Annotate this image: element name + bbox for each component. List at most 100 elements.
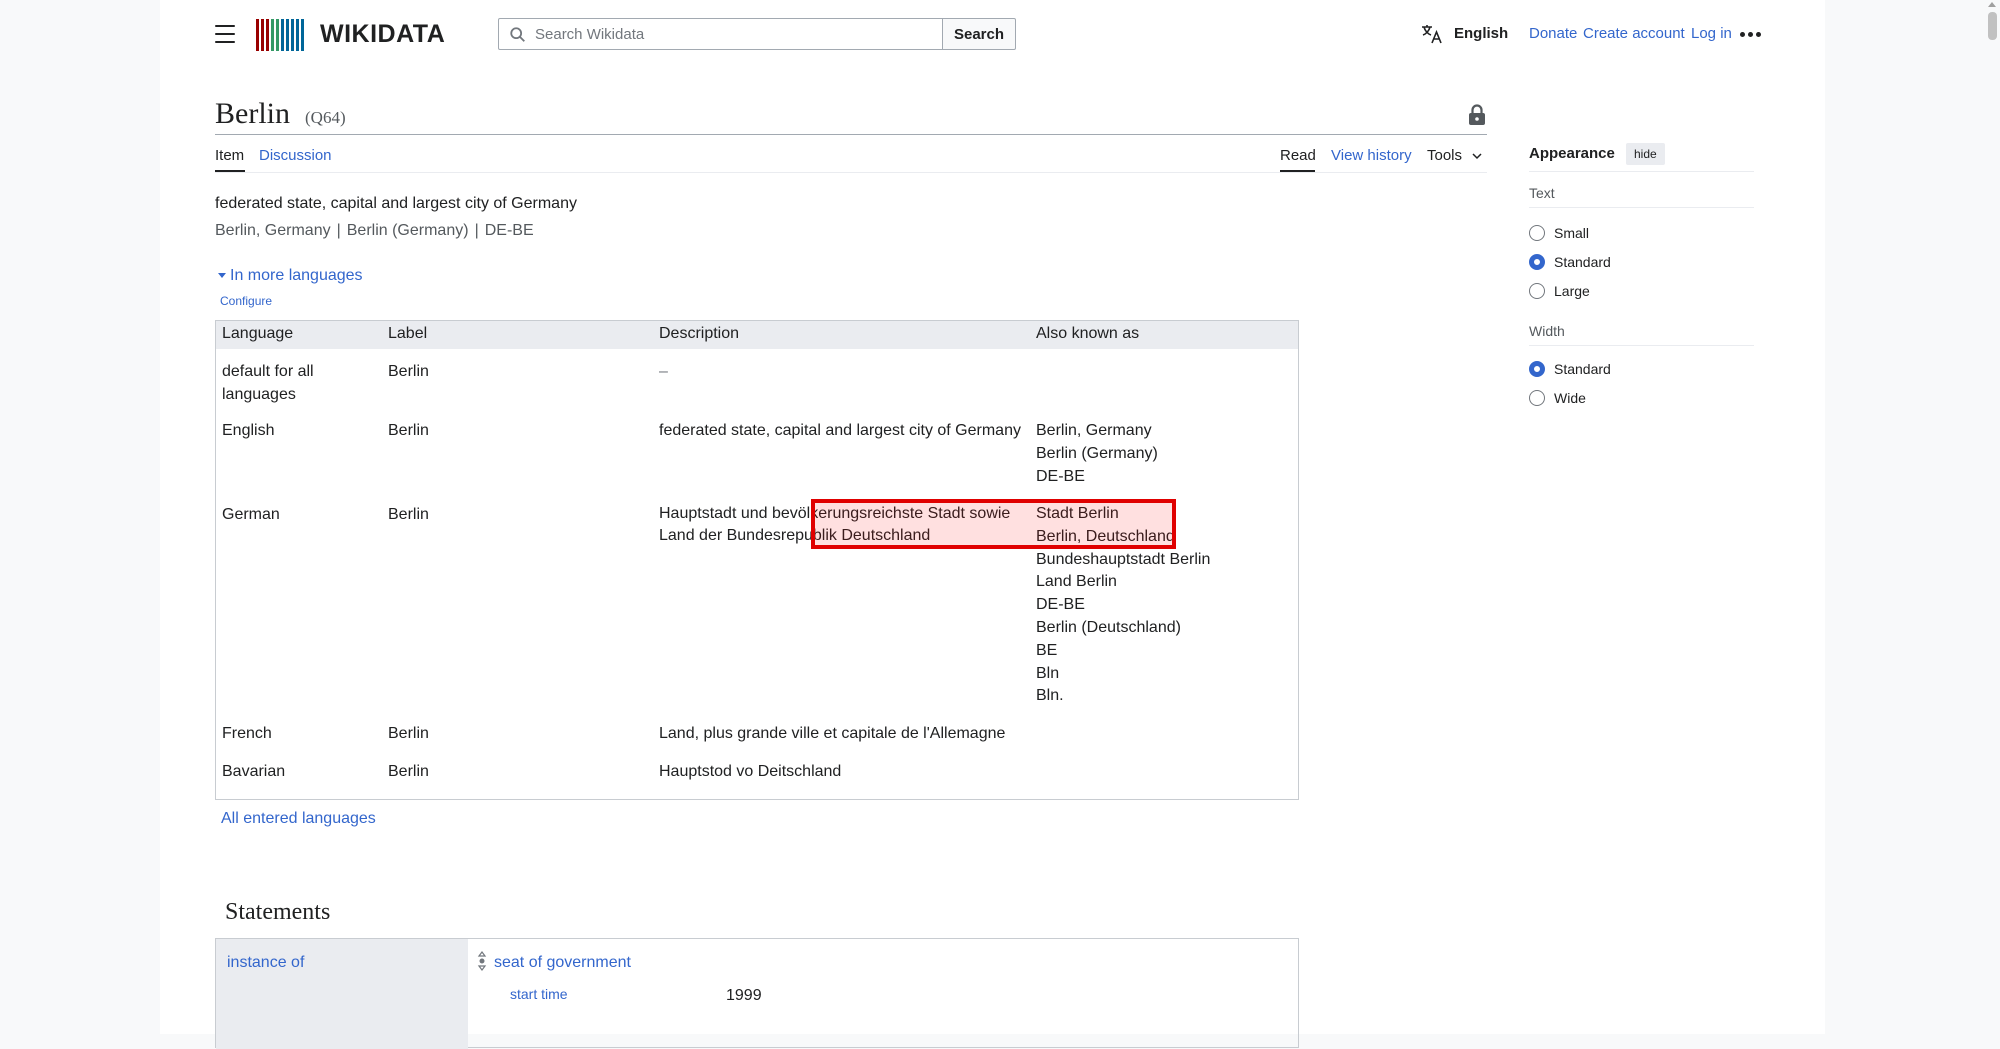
highlight-box xyxy=(811,499,1176,549)
table-cell-language: French xyxy=(222,725,272,742)
alias: Bundeshauptstadt Berlin xyxy=(1036,550,1211,568)
table-cell-description[interactable]: Hauptstod vo Deitschland xyxy=(659,760,841,783)
text-size-standard-radio[interactable]: Standard xyxy=(1529,254,1611,270)
scrollbar-thumb[interactable] xyxy=(1988,12,1997,40)
width-divider xyxy=(1529,345,1754,346)
alias: DE-BE xyxy=(1036,468,1085,485)
alias: DE-BE xyxy=(1036,596,1085,614)
alias: Berlin (Germany) xyxy=(1036,445,1158,462)
configure-link[interactable]: Configure xyxy=(220,294,272,308)
tabs-divider xyxy=(215,172,1487,173)
vertical-scrollbar[interactable] xyxy=(1985,0,2000,1034)
languages-table: Language Label Description Also known as… xyxy=(215,320,1299,800)
table-cell-label[interactable]: Berlin xyxy=(388,760,429,783)
wikidata-wordmark[interactable]: WIKIDATA xyxy=(320,20,445,49)
radio-icon[interactable] xyxy=(1529,283,1545,299)
appearance-title: Appearance xyxy=(1529,145,1615,162)
radio-label: Standard xyxy=(1554,254,1611,270)
column-header: Label xyxy=(388,325,428,342)
lock-icon[interactable] xyxy=(1467,104,1487,126)
statement-group: instance of seat of government start tim… xyxy=(215,938,1299,1049)
triangle-down-icon xyxy=(218,273,226,279)
scroll-up-icon[interactable] xyxy=(1988,2,1996,7)
qualifier-property-link[interactable]: start time xyxy=(510,986,568,1002)
radio-selected-icon[interactable] xyxy=(1529,254,1545,270)
table-cell-language: English xyxy=(222,422,275,439)
alias: Bln xyxy=(1036,664,1060,682)
appearance-divider xyxy=(1529,171,1754,172)
alias: Berlin (Germany) xyxy=(346,222,469,239)
tab-discussion[interactable]: Discussion xyxy=(259,147,332,164)
radio-label: Wide xyxy=(1554,390,1586,406)
hide-appearance-button[interactable]: hide xyxy=(1626,143,1665,165)
alias: Berlin, Germany xyxy=(215,222,331,239)
alias-separator: | xyxy=(336,222,341,239)
tab-view-history[interactable]: View history xyxy=(1331,147,1412,164)
width-wide-radio[interactable]: Wide xyxy=(1529,390,1586,406)
column-header: Language xyxy=(222,325,294,342)
table-cell-description[interactable]: Land, plus grande ville et capitale de l… xyxy=(659,722,1005,745)
radio-label: Small xyxy=(1554,225,1590,241)
radio-label: Standard xyxy=(1554,361,1611,377)
width-standard-radio[interactable]: Standard xyxy=(1529,361,1611,377)
table-cell-description[interactable]: – xyxy=(659,360,668,383)
wikidata-logo-icon[interactable] xyxy=(256,19,304,51)
alias: Berlin (Deutschland) xyxy=(1036,618,1181,636)
alias: Bln. xyxy=(1036,687,1064,705)
item-description[interactable]: federated state, capital and largest cit… xyxy=(215,195,577,213)
log-in-link[interactable]: Log in xyxy=(1691,25,1732,42)
table-cell-language: default for all languages xyxy=(222,363,314,403)
statements-heading: Statements xyxy=(225,899,331,925)
title-divider xyxy=(215,134,1487,135)
statement-value-link[interactable]: seat of government xyxy=(494,954,631,972)
radio-selected-icon[interactable] xyxy=(1529,361,1545,377)
donate-link[interactable]: Donate xyxy=(1529,25,1577,42)
item-aliases[interactable]: Berlin, Germany | Berlin (Germany) | DE-BE xyxy=(215,222,534,240)
column-header: Also known as xyxy=(1036,325,1140,342)
alias: Berlin, Germany xyxy=(1036,422,1152,439)
create-account-link[interactable]: Create account xyxy=(1583,25,1685,42)
search-icon xyxy=(510,27,525,42)
alias: Land Berlin xyxy=(1036,573,1117,591)
text-size-small-radio[interactable]: Small xyxy=(1529,225,1589,241)
table-cell-description[interactable]: federated state, capital and largest cit… xyxy=(659,419,1029,442)
table-cell-language: German xyxy=(222,506,280,523)
main-menu-icon[interactable] xyxy=(215,25,235,43)
table-cell-label[interactable]: Berlin xyxy=(388,360,429,383)
all-entered-languages-link[interactable]: All entered languages xyxy=(221,810,376,828)
table-header-row: Language Label Description Also known as xyxy=(216,321,1298,349)
tab-item[interactable]: Item xyxy=(215,147,244,164)
more-options-icon[interactable] xyxy=(1740,32,1761,37)
alias: BE xyxy=(1036,641,1058,659)
table-cell-label[interactable]: Berlin xyxy=(388,722,429,745)
alias: DE-BE xyxy=(484,222,534,239)
chevron-down-icon[interactable] xyxy=(1472,151,1482,161)
text-size-large-radio[interactable]: Large xyxy=(1529,283,1590,299)
table-cell-label[interactable]: Berlin xyxy=(388,419,429,442)
item-id: (Q64) xyxy=(305,108,346,127)
qualifier-value: 1999 xyxy=(726,987,762,1004)
in-more-languages-toggle[interactable]: In more languages xyxy=(218,267,363,285)
tab-read[interactable]: Read xyxy=(1280,147,1316,164)
search-input[interactable] xyxy=(533,25,937,44)
table-cell-aliases[interactable]: Berlin, Germany Berlin (Germany) DE-BE xyxy=(1036,419,1158,488)
tools-menu[interactable]: Tools xyxy=(1427,147,1462,164)
page-title: Berlin xyxy=(215,97,290,130)
radio-icon[interactable] xyxy=(1529,390,1545,406)
radio-label: Large xyxy=(1554,283,1590,299)
language-icon[interactable] xyxy=(1420,23,1444,45)
rank-selector-icon[interactable] xyxy=(477,950,487,972)
search-field[interactable] xyxy=(498,18,943,50)
search-button[interactable]: Search xyxy=(942,18,1016,50)
statement-property-cell: instance of xyxy=(216,939,468,1049)
text-divider xyxy=(1529,207,1754,208)
page: WIKIDATA Search English Donate Create ac… xyxy=(160,0,1825,1049)
alias-separator: | xyxy=(474,222,479,239)
text-size-label: Text xyxy=(1529,185,1555,201)
radio-icon[interactable] xyxy=(1529,225,1545,241)
column-header: Description xyxy=(659,325,740,342)
property-link[interactable]: instance of xyxy=(227,954,304,972)
width-label: Width xyxy=(1529,323,1565,339)
language-selector[interactable]: English xyxy=(1454,25,1508,42)
table-cell-label[interactable]: Berlin xyxy=(388,503,429,526)
